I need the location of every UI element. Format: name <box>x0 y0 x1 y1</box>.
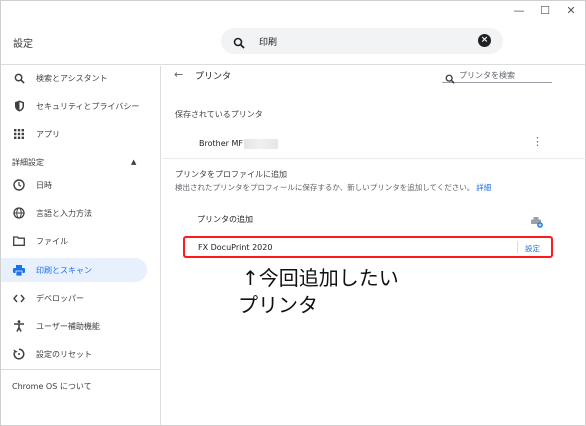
annotation-line-1: ↑今回追加したい <box>242 266 399 290</box>
clear-search-button[interactable]: × <box>478 34 491 47</box>
sidebar-item-print-scan[interactable]: 印刷とスキャン <box>1 258 147 282</box>
learn-more-link[interactable]: 詳細 <box>476 183 491 192</box>
page-header: ← プリンタ プリンタを検索 <box>162 66 586 84</box>
sidebar-item-about[interactable]: Chrome OS について <box>12 381 92 392</box>
reset-icon <box>12 347 26 361</box>
window-controls: — ☐ ✕ <box>513 5 577 17</box>
globe-icon <box>12 206 26 220</box>
redacted-model <box>244 139 278 149</box>
sidebar-item-datetime[interactable]: 日時 <box>1 173 147 197</box>
sidebar-item-accessibility[interactable]: ユーザー補助機能 <box>1 314 147 338</box>
printer-search-input[interactable]: プリンタを検索 <box>459 70 515 81</box>
minimize-button[interactable]: — <box>513 5 525 17</box>
search-icon <box>233 34 245 53</box>
advanced-header[interactable]: 詳細設定 <box>12 157 44 168</box>
sidebar-item-apps[interactable]: アプリ <box>1 122 147 146</box>
search-icon <box>12 71 26 85</box>
sidebar-item-label: 検索とアシスタント <box>36 73 108 83</box>
app-header: 設定 印刷 × <box>1 19 586 65</box>
page-title: プリンタ <box>195 72 232 82</box>
folder-icon <box>12 234 26 248</box>
settings-search[interactable]: 印刷 × <box>221 28 503 54</box>
setup-printer-button[interactable]: 設定 <box>525 243 540 254</box>
more-vert-icon[interactable]: ⋮ <box>532 136 543 147</box>
accessibility-icon <box>12 319 26 333</box>
printers-page: ← プリンタ プリンタを検索 保存されているプリンタ Brother MF ⋮ … <box>162 66 586 426</box>
found-printer-row[interactable]: FX DocuPrint 2020 設定 <box>183 236 553 258</box>
sidebar-item-developer[interactable]: デベロッパー <box>1 286 147 310</box>
sidebar-item-label: 日時 <box>36 180 52 190</box>
add-printer-title: プリンタの追加 <box>197 215 253 224</box>
annotation-line-2: プリンタ <box>238 293 318 317</box>
sidebar-item-security[interactable]: セキュリティとプライバシー <box>1 94 147 118</box>
sidebar-item-label: 言語と入力方法 <box>36 208 92 218</box>
caret-up-icon[interactable]: ▲ <box>131 158 136 166</box>
close-button[interactable]: ✕ <box>565 5 577 17</box>
sidebar-item-label: 印刷とスキャン <box>36 265 92 275</box>
sidebar-item-search-assistant[interactable]: 検索とアシスタント <box>1 66 147 90</box>
add-profile-description: 検出されたプリンタをプロフィールに保存するか、新しいプリンタを追加してください。… <box>175 182 491 193</box>
sidebar-item-label: アプリ <box>36 129 60 139</box>
sidebar: 検索とアシスタント セキュリティとプライバシー アプリ 詳細設定 ▲ 日時 言語… <box>1 66 161 426</box>
sidebar-item-label: 設定のリセット <box>36 349 92 359</box>
clock-icon <box>12 178 26 192</box>
maximize-button[interactable]: ☐ <box>539 5 551 17</box>
row-separator <box>517 241 518 253</box>
printer-icon <box>12 263 26 277</box>
shield-icon <box>12 99 26 113</box>
saved-printers-title: 保存されているプリンタ <box>175 110 263 119</box>
printer-search[interactable]: プリンタを検索 <box>442 67 552 84</box>
sidebar-item-label: ユーザー補助機能 <box>36 321 100 331</box>
found-printer-name: FX DocuPrint 2020 <box>198 243 273 252</box>
back-arrow-icon[interactable]: ← <box>174 68 183 81</box>
search-input[interactable]: 印刷 <box>259 35 277 48</box>
section-divider <box>162 158 586 159</box>
sidebar-item-reset[interactable]: 設定のリセット <box>1 342 147 366</box>
sidebar-item-label: セキュリティとプライバシー <box>36 101 140 111</box>
saved-printer-name[interactable]: Brother MF <box>199 139 243 148</box>
sidebar-item-label: デベロッパー <box>36 293 84 303</box>
code-icon <box>12 291 26 305</box>
description-text: 検出されたプリンタをプロフィールに保存するか、新しいプリンタを追加してください。 <box>175 183 475 192</box>
apps-grid-icon <box>12 127 26 141</box>
settings-window: — ☐ ✕ 設定 印刷 × 検索とアシスタント セキュリティとプライバシー アプ… <box>0 0 586 426</box>
sidebar-item-language[interactable]: 言語と入力方法 <box>1 201 147 225</box>
add-profile-title: プリンタをプロファイルに追加 <box>175 170 287 179</box>
sidebar-item-label: ファイル <box>36 236 68 246</box>
sidebar-divider <box>1 369 161 370</box>
app-title: 設定 <box>13 39 33 50</box>
search-icon <box>445 69 455 88</box>
sidebar-item-files[interactable]: ファイル <box>1 229 147 253</box>
add-printer-icon[interactable] <box>531 213 543 232</box>
